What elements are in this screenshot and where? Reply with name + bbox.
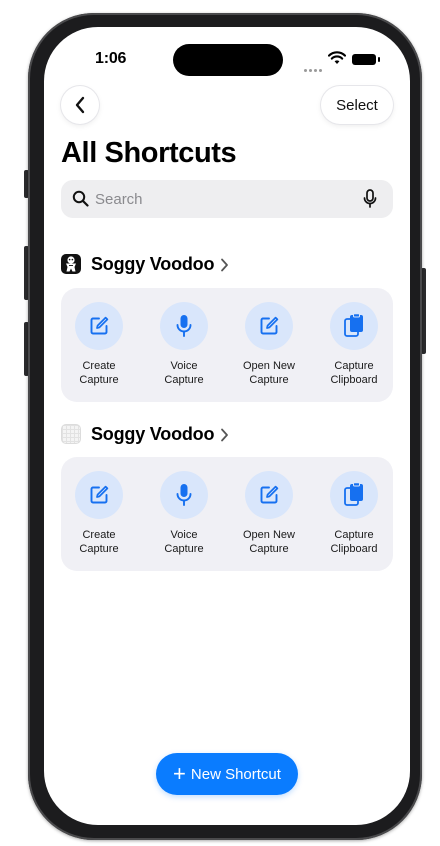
new-shortcut-button[interactable]: + New Shortcut (156, 753, 298, 795)
app-icon (61, 424, 81, 444)
action-label: Create Capture (79, 529, 119, 555)
shortcut-capture-clipboard[interactable]: Capture Clipboard (314, 471, 394, 556)
action-label: Open New Capture (243, 529, 295, 555)
section-title: Soggy Voodoo (91, 423, 215, 444)
action-circle (75, 471, 123, 519)
shortcuts-card: Create Capture Voice Capture Open New Ca… (61, 288, 393, 402)
compose-icon (90, 485, 109, 504)
clipboard-icon (344, 313, 363, 337)
screen: 1:06 Select All Shortcuts Search Soggy V… (44, 27, 410, 825)
compose-icon (260, 485, 279, 504)
chevron-left-icon (75, 96, 85, 114)
back-button[interactable] (61, 86, 99, 124)
mic-icon (176, 484, 192, 506)
action-circle (160, 471, 208, 519)
section-header[interactable]: Soggy Voodoo (61, 252, 229, 276)
search-icon (72, 190, 89, 207)
shortcut-capture-clipboard[interactable]: Capture Clipboard (314, 302, 394, 387)
mic-icon (176, 315, 192, 337)
action-label: Capture Clipboard (330, 529, 378, 555)
shortcut-open-new-capture[interactable]: Open New Capture (229, 471, 309, 556)
battery-icon (352, 54, 380, 65)
action-label: Capture Clipboard (330, 360, 378, 386)
select-button[interactable]: Select (321, 86, 393, 124)
voodoo-doll-icon (66, 256, 76, 272)
compose-icon (90, 316, 109, 335)
dynamic-island (173, 44, 283, 76)
shortcut-create-capture[interactable]: Create Capture (59, 302, 139, 387)
wifi-icon (328, 51, 346, 64)
clipboard-icon (344, 482, 363, 506)
compose-icon (260, 316, 279, 335)
page-title: All Shortcuts (61, 137, 237, 169)
section-header[interactable]: Soggy Voodoo (61, 422, 229, 446)
action-circle (160, 302, 208, 350)
search-input[interactable] (95, 180, 355, 218)
microphone-icon[interactable] (363, 189, 377, 209)
section-title: Soggy Voodoo (91, 253, 215, 274)
shortcuts-card: Create Capture Voice Capture Open New Ca… (61, 457, 393, 571)
action-label: Voice Capture (164, 529, 204, 555)
action-circle (75, 302, 123, 350)
shortcut-create-capture[interactable]: Create Capture (59, 471, 139, 556)
plus-icon: + (173, 761, 186, 786)
action-circle (330, 302, 378, 350)
action-circle (245, 302, 293, 350)
action-circle (330, 471, 378, 519)
search-bar[interactable] (61, 180, 393, 218)
chevron-right-icon (221, 428, 229, 441)
signal-dots-icon (304, 59, 324, 77)
shortcut-open-new-capture[interactable]: Open New Capture (229, 302, 309, 387)
action-label: Open New Capture (243, 360, 295, 386)
action-circle (245, 471, 293, 519)
action-label: Voice Capture (164, 360, 204, 386)
app-icon (61, 254, 81, 274)
chevron-right-icon (221, 258, 229, 271)
new-shortcut-label: New Shortcut (190, 765, 281, 783)
shortcut-voice-capture[interactable]: Voice Capture (144, 471, 224, 556)
status-time: 1:06 (95, 50, 127, 67)
status-icons (304, 51, 384, 72)
shortcut-voice-capture[interactable]: Voice Capture (144, 302, 224, 387)
action-label: Create Capture (79, 360, 119, 386)
